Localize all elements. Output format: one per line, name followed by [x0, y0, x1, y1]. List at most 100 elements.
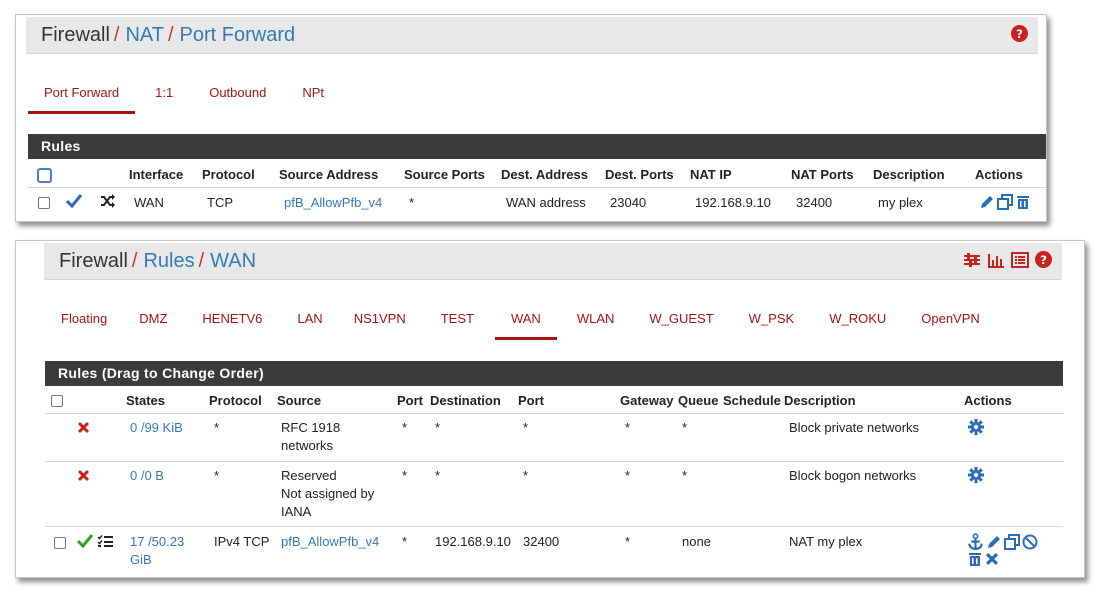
tab-lan[interactable]: LAN: [297, 311, 322, 340]
col-source: Source: [277, 393, 322, 408]
row-port: *: [402, 420, 408, 435]
row-destination: 192.168.9.10: [435, 534, 511, 549]
row-description: Block private networks: [789, 420, 920, 435]
row-protocol: TCP: [207, 195, 233, 210]
row-source-line3: IANA: [281, 504, 312, 519]
row-source-address[interactable]: pfB_AllowPfb_v4: [284, 194, 382, 212]
tab-wan[interactable]: WAN: [495, 311, 557, 340]
col-dest-port: Port: [518, 393, 544, 408]
col-actions: Actions: [964, 393, 1012, 408]
tab-port-forward[interactable]: Port Forward: [27, 85, 136, 114]
select-all-checkbox[interactable]: [37, 168, 52, 183]
col-protocol: Protocol: [209, 393, 262, 408]
breadcrumb-wan[interactable]: WAN: [210, 250, 256, 272]
col-nat-ports: NAT Ports: [791, 167, 854, 182]
check-icon: [66, 194, 82, 208]
gear-icon[interactable]: [968, 467, 984, 483]
row-states[interactable]: 17 /50.23: [130, 533, 184, 551]
tab-w-psk[interactable]: W_PSK: [749, 311, 795, 340]
list-icon[interactable]: [1011, 251, 1029, 268]
row-source[interactable]: pfB_AllowPfb_v4: [281, 533, 379, 551]
row-interface: WAN: [134, 195, 164, 210]
row-gateway: *: [625, 468, 631, 483]
interface-tabs: Floating DMZ HENETV6 LAN NS1VPN TEST WAN…: [46, 311, 980, 340]
row-port: *: [402, 534, 408, 549]
tab-1-1[interactable]: 1:1: [155, 85, 173, 114]
gear-icon[interactable]: [968, 419, 984, 435]
breadcrumb-firewall: Firewall: [41, 23, 110, 46]
row-description: my plex: [878, 195, 923, 210]
svg-text:?: ?: [1040, 253, 1047, 267]
row-source: RFC 1918: [281, 420, 341, 435]
nat-tabs: Port Forward 1:1 Outbound NPt: [26, 85, 324, 114]
firewall-rules-wan-panel: Firewall / Rules / WAN ? Floating DMZ HENETV…: [15, 240, 1085, 578]
tab-test[interactable]: TEST: [441, 311, 474, 340]
col-dest-ports: Dest. Ports: [605, 167, 674, 182]
tab-ns1vpn[interactable]: NS1VPN: [354, 311, 406, 340]
copy-icon[interactable]: [1004, 533, 1020, 550]
col-interface: Interface: [129, 167, 184, 182]
breadcrumb-rules[interactable]: Rules: [143, 250, 194, 272]
row-description: Block bogon networks: [789, 468, 917, 483]
svg-text:?: ?: [1016, 27, 1023, 41]
shuffle-icon: [101, 194, 115, 208]
tab-henetv6[interactable]: HENETV6: [202, 311, 262, 340]
row-source-line2: Not assigned by: [281, 486, 375, 501]
bar-chart-icon[interactable]: [987, 252, 1005, 268]
row-states-line2[interactable]: GiB: [130, 551, 152, 569]
help-icon[interactable]: ?: [1035, 251, 1052, 268]
row-destination: *: [435, 420, 441, 435]
delete-x-icon[interactable]: [985, 552, 999, 566]
row-nat-ports: 32400: [796, 195, 833, 210]
select-all-checkbox[interactable]: [51, 395, 63, 407]
sliders-icon[interactable]: [963, 252, 981, 268]
breadcrumb: Firewall / NAT / Port Forward ?: [26, 17, 1038, 54]
row-checkbox[interactable]: [54, 537, 66, 549]
row-dest-address: WAN address: [506, 195, 586, 210]
row-destination: *: [435, 468, 441, 483]
disable-icon[interactable]: [1022, 534, 1038, 550]
row-nat-ip: 192.168.9.10: [695, 195, 771, 210]
row-source-line2: networks: [281, 438, 334, 453]
row-states[interactable]: 0 /99 KiB: [130, 419, 183, 437]
row-actions-line2: [967, 551, 999, 567]
tab-dmz[interactable]: DMZ: [139, 311, 167, 340]
tab-openvpn[interactable]: OpenVPN: [921, 311, 980, 340]
edit-pencil-icon[interactable]: [986, 534, 1002, 550]
col-source-address: Source Address: [279, 167, 379, 182]
trash-icon[interactable]: [1015, 194, 1031, 210]
col-queue: Queue: [678, 393, 719, 408]
row-protocol: *: [214, 468, 220, 483]
col-destination: Destination: [430, 393, 501, 408]
row-description: NAT my plex: [789, 534, 863, 549]
row-protocol: *: [214, 420, 220, 435]
col-gateway: Gateway: [620, 393, 674, 408]
breadcrumb-nat[interactable]: NAT: [125, 24, 164, 46]
block-x-icon: [77, 469, 90, 482]
row-checkbox[interactable]: [38, 197, 50, 209]
tab-floating[interactable]: Floating: [61, 311, 107, 340]
breadcrumb-port-forward[interactable]: Port Forward: [180, 24, 296, 46]
copy-icon[interactable]: [997, 194, 1013, 210]
row-dest-port: *: [523, 468, 529, 483]
row-protocol: IPv4 TCP: [214, 534, 270, 549]
block-x-icon: [77, 421, 90, 434]
anchor-icon[interactable]: [967, 533, 984, 550]
row-states[interactable]: 0 /0 B: [130, 467, 164, 485]
row-gateway: *: [625, 420, 631, 435]
tab-outbound[interactable]: Outbound: [209, 85, 266, 114]
help-icon[interactable]: ?: [1011, 25, 1028, 42]
tab-wlan[interactable]: WLAN: [577, 311, 615, 340]
row-port: *: [402, 468, 408, 483]
tab-w-roku[interactable]: W_ROKU: [829, 311, 886, 340]
trash-icon[interactable]: [967, 551, 983, 567]
col-port: Port: [397, 393, 423, 408]
tab-w-guest[interactable]: W_GUEST: [649, 311, 713, 340]
col-schedule: Schedule: [723, 393, 781, 408]
row-dest-port: 32400: [523, 534, 560, 549]
tab-npt[interactable]: NPt: [302, 85, 324, 114]
pass-check-icon: [77, 534, 93, 548]
row-queue: *: [682, 468, 688, 483]
edit-pencil-icon[interactable]: [979, 194, 995, 210]
col-actions: Actions: [975, 167, 1023, 182]
